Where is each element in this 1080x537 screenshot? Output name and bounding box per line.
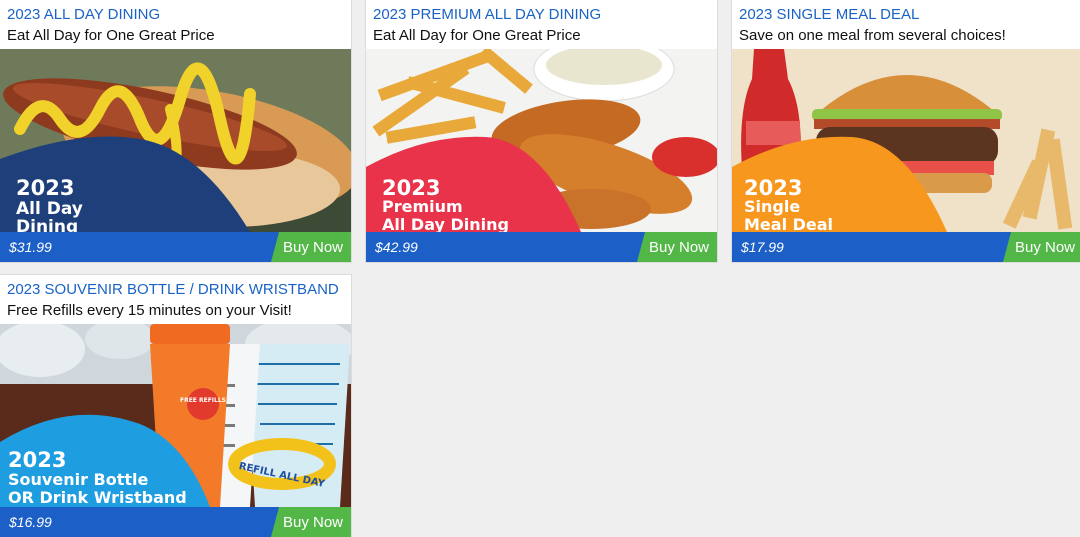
price: $17.99 — [741, 239, 784, 255]
price: $16.99 — [9, 514, 52, 530]
card-subtitle: Save on one meal from several choices! — [739, 27, 1006, 44]
badge-line-3: OR Drink Wristband — [8, 488, 187, 507]
card-subtitle: Eat All Day for One Great Price — [7, 27, 215, 44]
product-card-all-day-dining: 2023 ALL DAY DINING Eat All Day for One … — [0, 0, 351, 262]
badge-line-2: Premium — [382, 197, 463, 216]
product-card-souvenir-bottle: 2023 SOUVENIR BOTTLE / DRINK WRISTBAND F… — [0, 275, 351, 537]
card-subtitle: Free Refills every 15 minutes on your Vi… — [7, 302, 292, 319]
price-bar: $17.99 Buy Now — [732, 232, 1080, 262]
card-title[interactable]: 2023 SINGLE MEAL DEAL — [739, 6, 919, 23]
buy-now-button[interactable]: Buy Now — [271, 232, 351, 262]
product-card-single-meal-deal: 2023 SINGLE MEAL DEAL Save on one meal f… — [732, 0, 1080, 262]
card-subtitle: Eat All Day for One Great Price — [373, 27, 581, 44]
badge-line-3: Dining — [16, 217, 78, 232]
cup-text: FREE REFILLS — [180, 397, 226, 404]
badge-line-1: 2023 — [8, 448, 66, 472]
product-image-hotdog[interactable]: 2023 All Day Dining — [0, 49, 351, 232]
badge-line-2: Single — [744, 197, 800, 216]
price-bar: $42.99 Buy Now — [366, 232, 717, 262]
product-image-chicken-tenders[interactable]: 2023 Premium All Day Dining — [366, 49, 717, 232]
price: $42.99 — [375, 239, 418, 255]
card-title[interactable]: 2023 PREMIUM ALL DAY DINING — [373, 6, 601, 23]
buy-now-button[interactable]: Buy Now — [637, 232, 717, 262]
badge-line-2: Souvenir Bottle — [8, 470, 148, 489]
price: $31.99 — [9, 239, 52, 255]
product-image-burger[interactable]: 2023 Single Meal Deal — [732, 49, 1080, 232]
card-title[interactable]: 2023 SOUVENIR BOTTLE / DRINK WRISTBAND — [7, 281, 339, 298]
buy-now-button[interactable]: Buy Now — [271, 507, 351, 537]
card-title[interactable]: 2023 ALL DAY DINING — [7, 6, 160, 23]
product-image-souvenir-cup[interactable]: FREE REFILLS REFILL ALL DAY 2023 Souveni… — [0, 324, 351, 507]
price-bar: $31.99 Buy Now — [0, 232, 351, 262]
badge-line-3: All Day Dining — [382, 215, 509, 232]
price-bar: $16.99 Buy Now — [0, 507, 351, 537]
badge-line-1: 2023 — [16, 176, 74, 200]
badge-line-2: All Day — [16, 199, 83, 219]
badge-line-3: Meal Deal — [744, 215, 833, 232]
product-card-premium-all-day-dining: 2023 PREMIUM ALL DAY DINING Eat All Day … — [366, 0, 717, 262]
buy-now-button[interactable]: Buy Now — [1003, 232, 1080, 262]
